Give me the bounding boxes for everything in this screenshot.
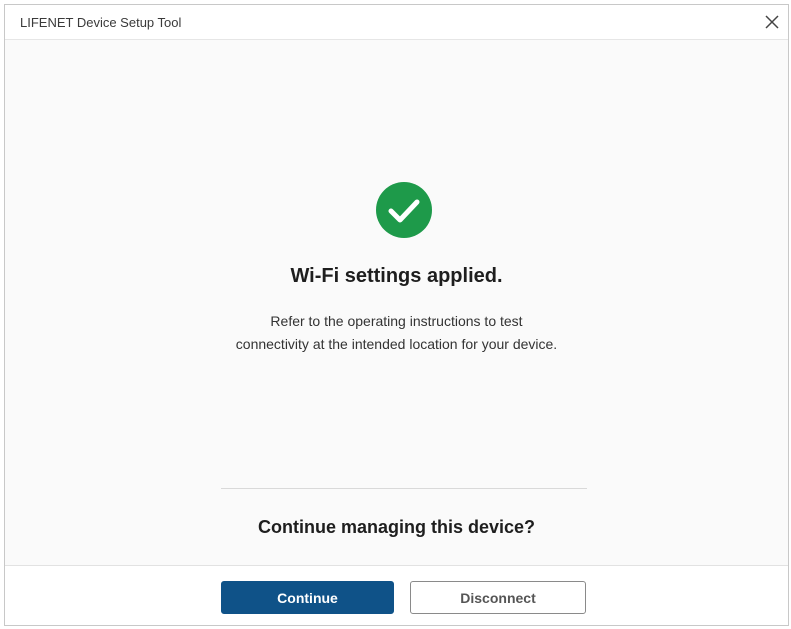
status-description: Refer to the operating instructions to t… — [5, 310, 788, 356]
status-heading: Wi-Fi settings applied. — [290, 265, 503, 287]
divider — [221, 488, 587, 489]
footer: Continue Disconnect — [5, 565, 788, 625]
status-description-line-1: Refer to the operating instructions to t… — [270, 313, 523, 329]
close-icon — [765, 15, 779, 29]
title-bar: LIFENET Device Setup Tool — [5, 5, 788, 40]
check-circle-icon — [376, 182, 432, 238]
app-window: LIFENET Device Setup Tool Wi-Fi settings… — [4, 4, 789, 626]
main-content: Wi-Fi settings applied. Refer to the ope… — [5, 40, 788, 565]
close-button[interactable] — [762, 12, 782, 32]
window-title: LIFENET Device Setup Tool — [20, 15, 182, 30]
continue-question: Continue managing this device? — [257, 517, 536, 537]
disconnect-button[interactable]: Disconnect — [410, 581, 586, 614]
status-description-line-2: connectivity at the intended location fo… — [235, 336, 558, 352]
continue-button[interactable]: Continue — [221, 581, 394, 614]
